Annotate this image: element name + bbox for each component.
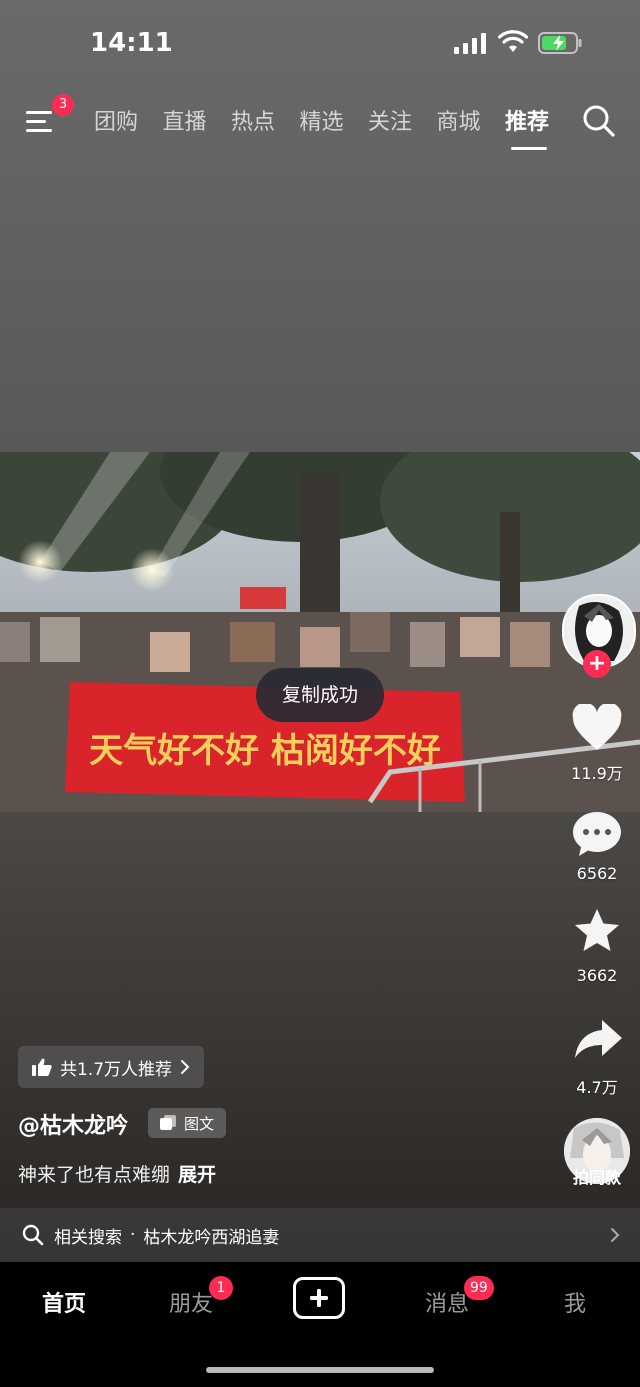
tab-me[interactable]: 我 <box>535 1286 615 1318</box>
share-arrow-icon[interactable] <box>572 1016 624 1064</box>
images-icon <box>160 1115 176 1130</box>
chevron-right-icon <box>181 1060 190 1074</box>
related-prefix: 相关搜索 <box>54 1227 122 1248</box>
top-tabs: 团购 直播 热点 精选 关注 商城 推荐 <box>94 104 574 136</box>
post-description: 神来了也有点难绷 展开 <box>18 1160 216 1187</box>
tab-trending[interactable]: 热点 <box>231 104 300 136</box>
tab-home[interactable]: 首页 <box>24 1286 104 1318</box>
description-text: 神来了也有点难绷 <box>18 1164 171 1186</box>
tab-featured[interactable]: 精选 <box>300 104 369 136</box>
search-icon[interactable] <box>582 104 616 138</box>
expand-link[interactable]: 展开 <box>178 1164 216 1186</box>
wifi-icon <box>498 30 528 52</box>
related-search-bar[interactable]: 相关搜索 · 枯木龙吟西湖追妻 <box>0 1208 640 1262</box>
favorite-count: 3662 <box>576 966 618 985</box>
recommend-pill[interactable]: 共1.7万人推荐 <box>18 1046 205 1088</box>
chevron-right-icon <box>611 1228 620 1242</box>
toast-message: 复制成功 <box>256 668 384 722</box>
tab-following[interactable]: 关注 <box>368 104 437 136</box>
menu-icon[interactable] <box>26 108 56 134</box>
tab-mall[interactable]: 商城 <box>437 104 506 136</box>
status-time: 14:11 <box>90 28 173 58</box>
search-icon <box>22 1224 44 1246</box>
related-separator-dot: · <box>130 1225 136 1245</box>
related-query: 枯木龙吟西湖追妻 <box>143 1227 280 1248</box>
menu-badge: 3 <box>52 94 74 116</box>
like-heart-icon[interactable] <box>571 704 623 752</box>
post-type-tag: 图文 <box>148 1108 227 1138</box>
favorite-star-icon[interactable] <box>571 908 623 956</box>
tab-live[interactable]: 直播 <box>163 104 232 136</box>
banner-text: 天气好不好 枯阅好不好 <box>89 731 441 771</box>
post-photo[interactable]: 天气好不好 枯阅好不好 <box>0 452 640 812</box>
create-post-button[interactable] <box>293 1277 345 1319</box>
post-type-label: 图文 <box>184 1114 215 1133</box>
plus-icon <box>310 1289 328 1307</box>
recommend-text: 共1.7万人推荐 <box>60 1059 173 1080</box>
cellular-signal-icon <box>454 33 486 54</box>
friends-badge: 1 <box>209 1276 233 1300</box>
battery-charging-icon <box>538 32 582 54</box>
active-tab-indicator <box>511 147 547 150</box>
follow-button[interactable]: + <box>583 650 611 678</box>
crowd-photo-image: 天气好不好 枯阅好不好 <box>0 452 640 812</box>
author-name[interactable]: @枯木龙吟 <box>18 1108 128 1140</box>
like-count: 11.9万 <box>571 764 623 783</box>
tab-group-buy[interactable]: 团购 <box>94 104 163 136</box>
messages-badge: 99 <box>464 1276 494 1300</box>
remix-label[interactable]: 拍同款 <box>556 1164 638 1188</box>
comment-icon[interactable] <box>571 810 623 858</box>
tab-recommend[interactable]: 推荐 <box>505 104 574 136</box>
thumbs-up-icon <box>32 1058 52 1076</box>
comment-count: 6562 <box>576 864 618 883</box>
share-count: 4.7万 <box>576 1078 618 1097</box>
home-indicator <box>206 1367 434 1373</box>
